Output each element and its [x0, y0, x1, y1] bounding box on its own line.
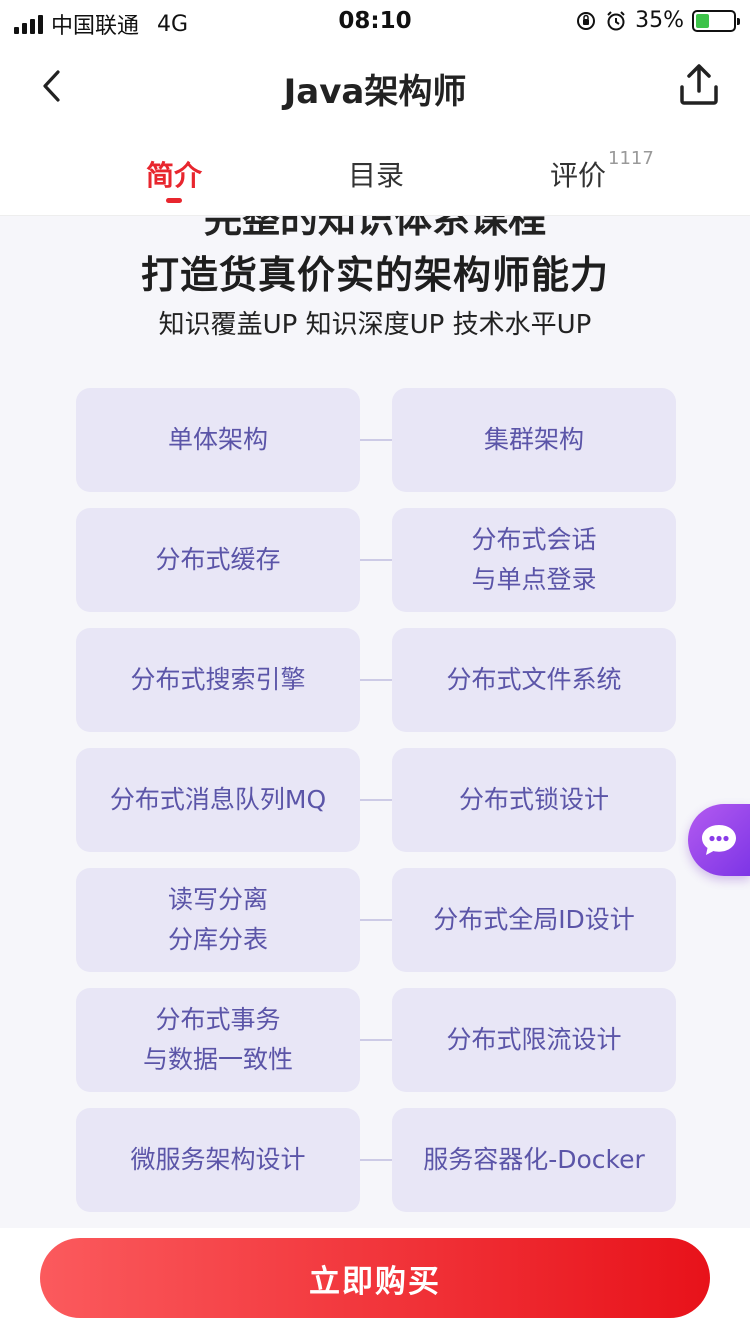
topic-card-line: 与数据一致性	[142, 1045, 293, 1074]
topic-row: 分布式消息队列MQ 分布式锁设计	[76, 748, 676, 852]
topic-row: 分布式事务与数据一致性 分布式限流设计	[76, 988, 676, 1092]
topic-card-line: 分布式锁设计	[458, 785, 609, 814]
topic-card-line: 分布式会话	[471, 525, 597, 554]
topic-row: 单体架构 集群架构	[76, 388, 676, 492]
headline: 打造货真价实的架构师能力	[140, 253, 609, 297]
battery-percent: 35%	[635, 8, 684, 33]
topic-card-line: 分库分表	[167, 925, 268, 954]
status-bar: 中国联通 4G 08:10 35%	[0, 0, 750, 42]
subline: 知识覆盖UP 知识深度UP 技术水平UP	[158, 310, 592, 340]
topic-card: 分布式事务与数据一致性	[76, 988, 360, 1092]
topic-card: 读写分离 分库分表	[76, 868, 360, 972]
topic-card-line: 分布式文件系统	[446, 665, 622, 694]
topic-card: 分布式文件系统	[392, 628, 676, 732]
topic-card-line: 微服务架构设计	[130, 1145, 306, 1174]
battery-icon	[692, 9, 740, 32]
tab-reviews[interactable]: 评价	[550, 154, 606, 194]
topic-card-line: 分布式缓存	[155, 545, 281, 574]
topic-row: 读写分离分库分表 分布式全局ID设计	[76, 868, 676, 972]
topic-grid: 单体架构 集群架构 分布式缓存 分布式会话 与单点登录 分布式搜索引擎 分布式文件系统 分布式…	[76, 388, 676, 1228]
topic-connector	[360, 559, 392, 561]
topic-card: 分布式锁设计	[392, 748, 676, 852]
topic-row: 分布式缓存 分布式会话与单点登录	[76, 508, 676, 612]
rotation-lock-icon	[577, 11, 596, 30]
topic-connector	[360, 1159, 392, 1161]
reviews-count-badge: 1117	[608, 148, 654, 169]
topic-card: 分布式消息队列MQ	[76, 748, 360, 852]
topic-connector	[360, 679, 392, 681]
share-button[interactable]	[674, 60, 724, 110]
topic-card: 分布式全局ID设计	[392, 868, 676, 972]
status-right: 35%	[575, 8, 740, 33]
alarm-icon	[607, 10, 625, 30]
topic-connector	[360, 799, 392, 801]
topic-row: 微服务架构设计 服务容器化-Docker	[76, 1108, 676, 1212]
battery-fill	[696, 13, 709, 28]
topic-card: 分布式会话与单点登录	[392, 508, 676, 612]
tab-bar: 简介 目录 评价 1117	[0, 132, 750, 216]
nav-bar: Java架构师	[0, 42, 750, 132]
topic-card: 单体架构	[76, 388, 360, 492]
intro-content: 完整的知识体系课程 打造货真价实的架构师能力 知识覆盖UP 知识深度UP 技术水…	[0, 216, 750, 1228]
headline-cut-off: 完整的知识体系课程	[203, 216, 546, 241]
topic-card-line: 分布式事务	[155, 1005, 281, 1034]
topic-row: 分布式搜索引擎 分布式文件系统	[76, 628, 676, 732]
topic-connector	[360, 919, 392, 921]
topic-card: 微服务架构设计	[76, 1108, 360, 1212]
topic-card: 服务容器化-Docker	[392, 1108, 676, 1212]
topic-card-line: 分布式搜索引擎	[130, 665, 306, 694]
topic-connector	[360, 1039, 392, 1041]
bottom-bar: 立即购买	[0, 1228, 750, 1334]
topic-card-line: 分布式全局ID设计	[433, 905, 635, 934]
tab-catalog[interactable]: 目录	[348, 154, 404, 194]
chat-bubble-icon	[702, 825, 736, 855]
topic-card-line: 分布式限流设计	[446, 1025, 622, 1054]
topic-card: 分布式缓存	[76, 508, 360, 612]
topic-card-line: 服务容器化-Docker	[423, 1145, 645, 1174]
topic-card-line: 分布式消息队列MQ	[109, 785, 327, 814]
topic-card: 分布式限流设计	[392, 988, 676, 1092]
topic-card: 分布式搜索引擎	[76, 628, 360, 732]
page-title: Java架构师	[283, 72, 467, 112]
chat-button[interactable]	[688, 804, 750, 876]
topic-card-line: 单体架构	[167, 425, 268, 454]
tab-intro[interactable]: 简介	[146, 154, 202, 194]
topic-card-line: 集群架构	[483, 425, 584, 454]
topic-card-line: 读写分离	[167, 885, 268, 914]
topic-card-line: 与单点登录	[471, 565, 597, 594]
share-upload-icon	[680, 64, 718, 105]
buy-now-button[interactable]: 立即购买	[40, 1238, 710, 1318]
topic-card: 集群架构	[392, 388, 676, 492]
topic-connector	[360, 439, 392, 441]
tab-active-indicator	[166, 198, 182, 203]
